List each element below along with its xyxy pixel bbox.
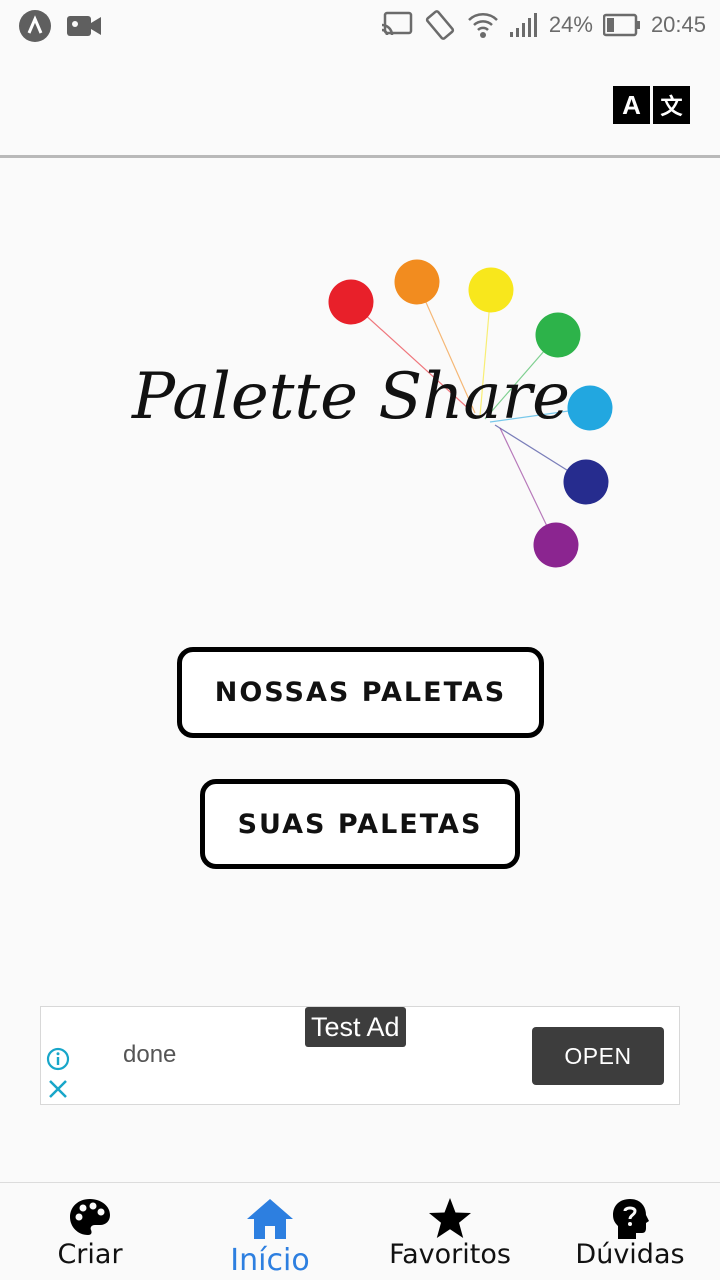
suas-paletas-button[interactable]: SUAS PALETAS — [200, 779, 520, 869]
ad-close-icon[interactable] — [46, 1077, 70, 1101]
battery-icon — [602, 13, 640, 37]
cast-icon — [381, 11, 413, 36]
color-dot — [468, 267, 514, 313]
nav-item-criar[interactable]: Criar — [0, 1183, 180, 1280]
translate-icon-latin: A — [613, 86, 650, 124]
rotate-icon — [425, 10, 455, 40]
nav-label-inicio: Início — [230, 1243, 310, 1278]
ad-text: done — [123, 1041, 177, 1068]
color-dot — [535, 312, 581, 358]
color-dot — [533, 522, 579, 568]
question-head-icon — [613, 1199, 649, 1239]
top-app-bar: A 文 — [0, 50, 720, 158]
nav-item-duvidas[interactable]: Dúvidas — [540, 1183, 720, 1280]
palette-share-logo: Palette Share — [100, 240, 660, 600]
nav-item-inicio[interactable]: Início — [180, 1183, 360, 1280]
translate-icon-cjk: 文 — [653, 86, 690, 124]
translate-button[interactable]: A 文 — [613, 86, 691, 124]
test-ad-badge: Test Ad — [305, 1007, 406, 1047]
color-dot — [394, 259, 440, 305]
color-dot — [563, 459, 609, 505]
color-dot — [567, 385, 613, 431]
home-icon — [247, 1199, 293, 1239]
nav-item-favoritos[interactable]: Favoritos — [360, 1183, 540, 1280]
ad-banner[interactable]: Test Ad done OPEN — [40, 1006, 680, 1105]
ad-open-button[interactable]: OPEN — [532, 1027, 664, 1085]
color-dot — [328, 279, 374, 325]
nossas-paletas-button[interactable]: NOSSAS PALETAS — [177, 647, 544, 738]
status-bar: 24% 20:45 — [0, 0, 720, 50]
logo-text: Palette Share — [132, 360, 571, 434]
star-icon — [429, 1198, 471, 1238]
clock: 20:45 — [650, 12, 706, 37]
app-logo-icon — [19, 10, 51, 42]
battery-percent: 24% — [548, 12, 593, 37]
nav-label-duvidas: Dúvidas — [575, 1239, 685, 1270]
wifi-icon — [468, 13, 498, 38]
palette-icon — [70, 1199, 110, 1235]
bottom-navigation: Criar Início Favoritos Dúvidas — [0, 1182, 720, 1280]
nav-label-favoritos: Favoritos — [389, 1239, 511, 1270]
nav-label-criar: Criar — [57, 1239, 123, 1270]
signal-icon — [509, 13, 537, 37]
video-camera-icon — [67, 16, 101, 36]
ad-info-icon[interactable] — [46, 1047, 70, 1071]
